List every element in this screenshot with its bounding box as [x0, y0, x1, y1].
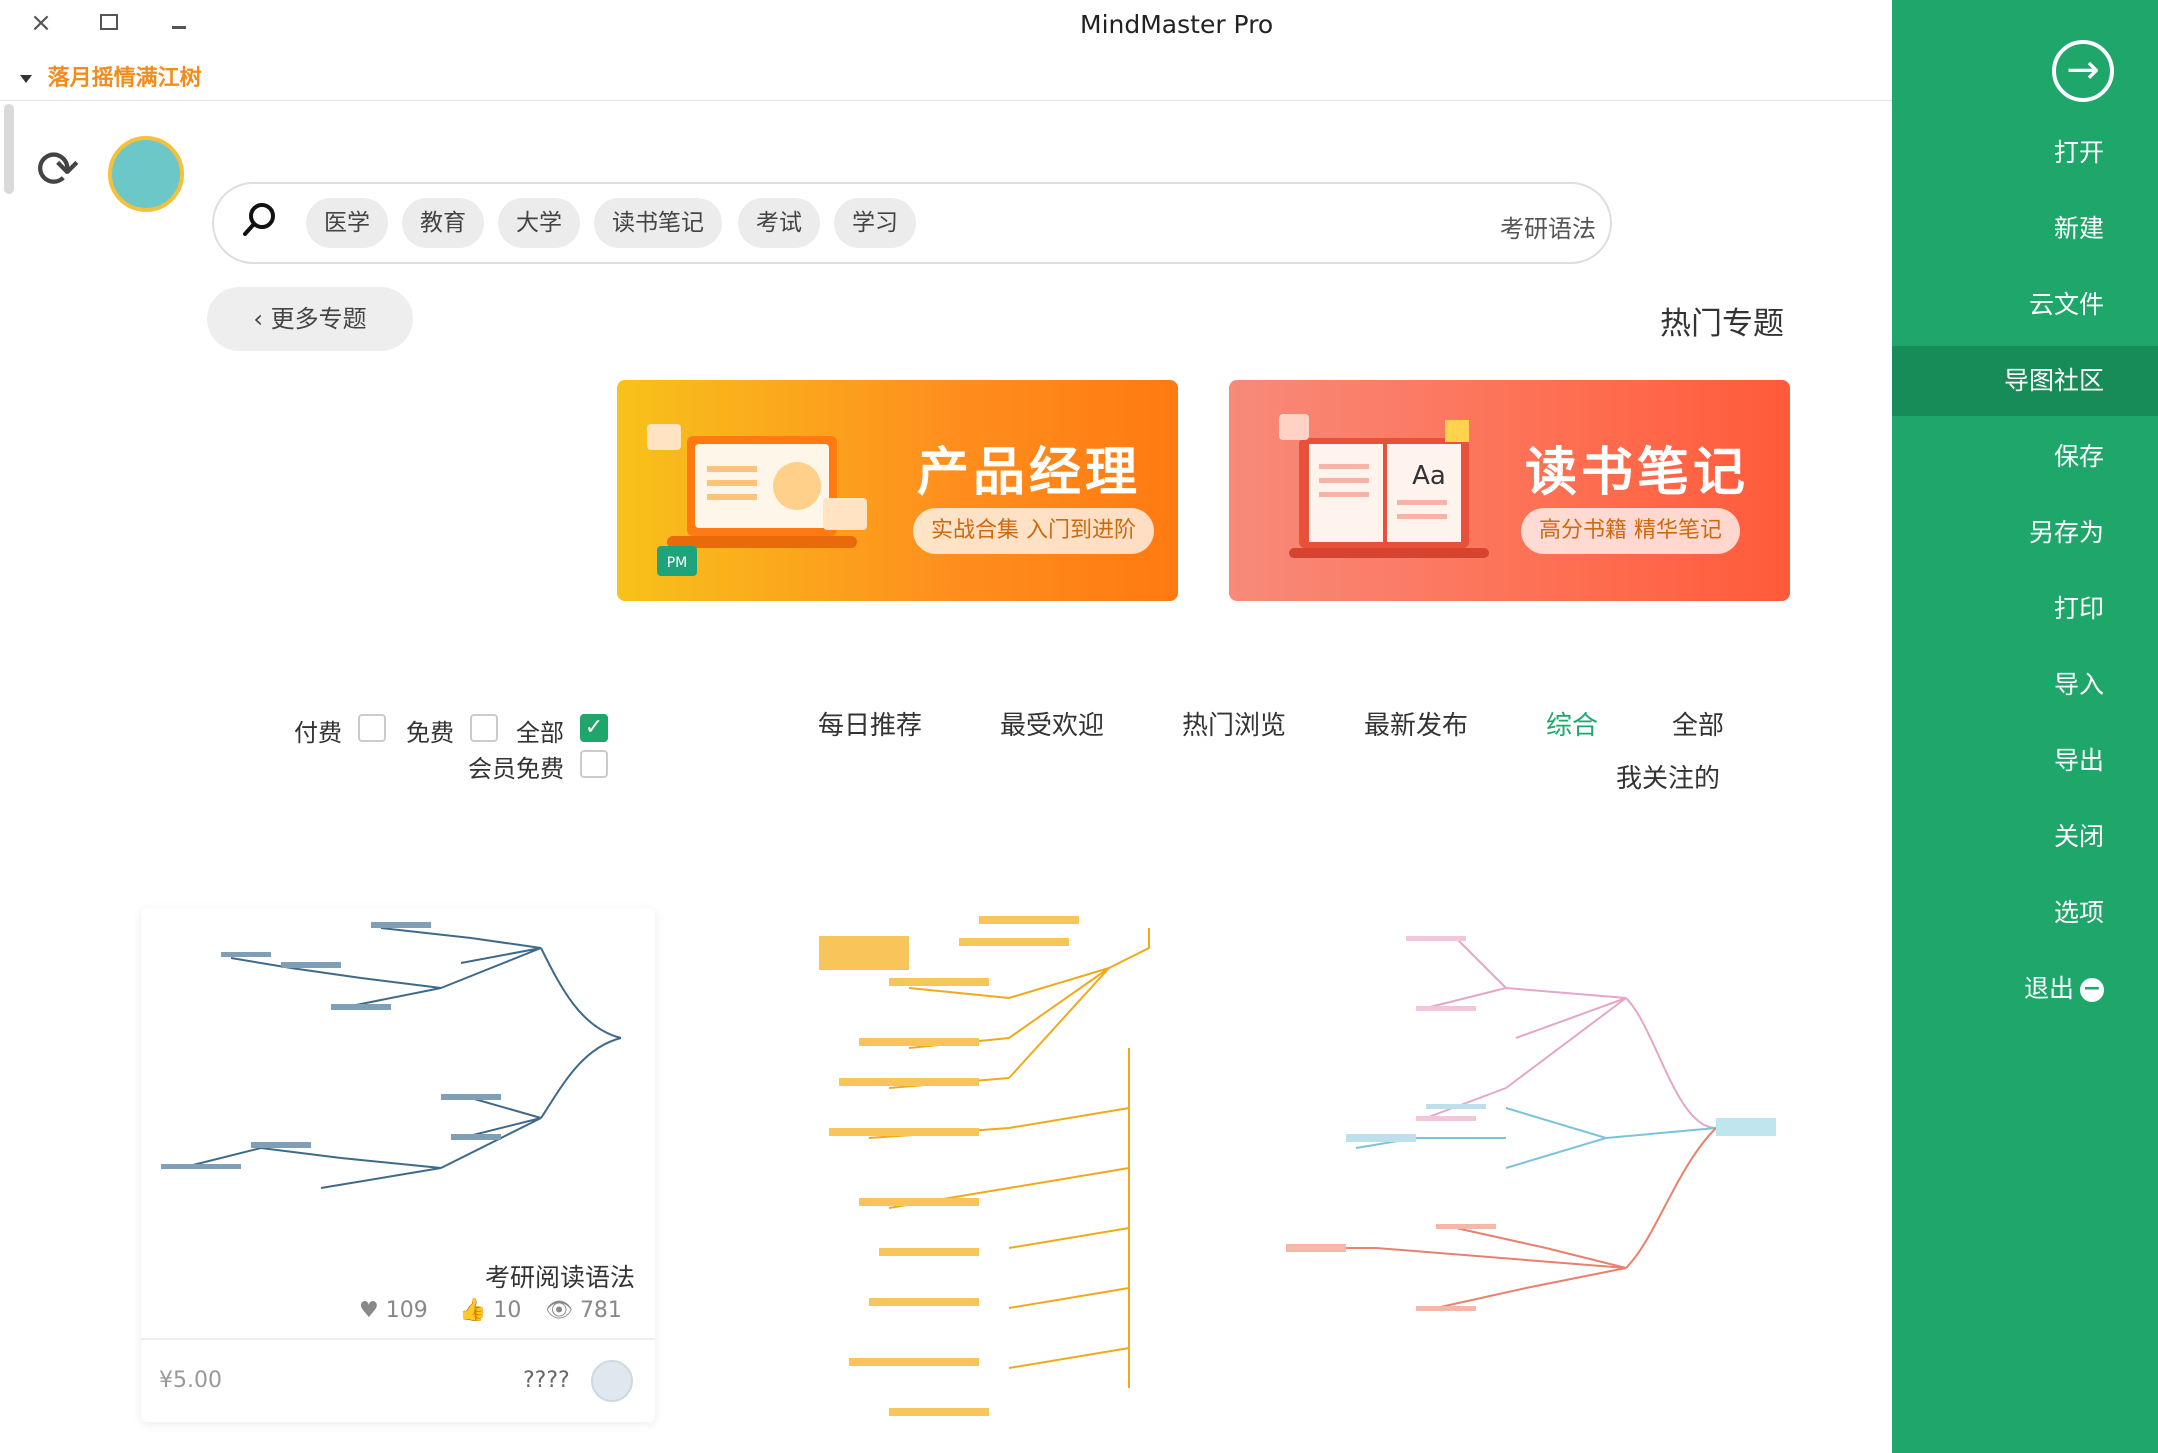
thumbs-up-icon: 👍 — [459, 1298, 494, 1323]
map-card[interactable] — [709, 908, 1223, 1453]
sidebar-item-exit[interactable]: 退出 − — [1892, 954, 2158, 1024]
price: ¥5.00 — [159, 1368, 222, 1393]
sidebar-item-label: 退出 — [2023, 974, 2074, 1003]
checkbox-free[interactable] — [470, 714, 498, 742]
eye-icon: 👁 — [545, 1298, 580, 1323]
divider — [0, 100, 1892, 101]
search-tag-medicine[interactable]: 医学 — [306, 198, 388, 248]
laptop-illustration: PM — [647, 424, 867, 576]
sidebar-item-import[interactable]: 导入 — [1892, 650, 2158, 720]
author-avatar[interactable] — [591, 1360, 633, 1402]
sidebar-item-open[interactable]: 打开 — [1892, 118, 2158, 188]
book-illustration: Aa — [1279, 414, 1489, 558]
sidebar-item-label: 另存为 — [2028, 518, 2104, 547]
checkbox-paid[interactable] — [358, 714, 386, 742]
sidebar-item-label: 新建 — [2053, 214, 2104, 243]
more-topics-button[interactable]: ‹ 更多专题 — [207, 287, 413, 351]
pm-icon-text: PM — [667, 555, 688, 571]
search-tag-university[interactable]: 大学 — [498, 198, 580, 248]
maximize-window-button[interactable] — [100, 14, 118, 30]
banner-subtitle: 高分书籍 精华笔记 — [1521, 508, 1740, 554]
favorites-value: 109 — [385, 1298, 428, 1323]
user-menu[interactable]: 落月摇情满江树 — [20, 60, 202, 92]
search-input[interactable]: 考研语法 — [1500, 209, 1596, 244]
tab-following[interactable]: 我关注的 — [1616, 758, 1720, 795]
banner-subtitle: 实战合集 入门到进阶 — [913, 508, 1154, 554]
user-name: 落月摇情满江树 — [47, 66, 202, 91]
mindmap-thumbnail — [1286, 936, 1776, 1311]
banner-title: 读书笔记 — [1525, 443, 1750, 503]
checkbox-member-free[interactable] — [580, 750, 608, 778]
sidebar-item-save[interactable]: 保存 — [1892, 422, 2158, 492]
sidebar-item-print[interactable]: 打印 — [1892, 574, 2158, 644]
views-value: 781 — [579, 1298, 622, 1323]
tab-hot-views[interactable]: 热门浏览 — [1182, 705, 1286, 742]
sidebar-item-label: 导入 — [2053, 670, 2104, 699]
map-card[interactable] — [1276, 908, 1790, 1453]
mindmap-thumbnail — [161, 922, 622, 1189]
sidebar-item-label: 打印 — [2053, 594, 2104, 623]
sidebar-item-community[interactable]: 导图社区 — [1892, 346, 2158, 416]
checkbox-label: 全部 — [516, 719, 564, 747]
checkbox-label: 免费 — [406, 719, 454, 747]
caret-down-icon — [20, 75, 32, 83]
scrollbar[interactable] — [4, 104, 14, 194]
sidebar-item-cloud-files[interactable]: 云文件 — [1892, 270, 2158, 340]
sidebar-item-label: 关闭 — [2053, 822, 2104, 851]
aa-icon-text: Aa — [1412, 461, 1446, 491]
sidebar-item-close[interactable]: 关闭 — [1892, 802, 2158, 872]
tab-daily-picks[interactable]: 每日推荐 — [818, 705, 922, 742]
tab-latest[interactable]: 最新发布 — [1364, 705, 1468, 742]
tab-most-liked[interactable]: 最受欢迎 — [1000, 705, 1104, 742]
sidebar-item-options[interactable]: 选项 — [1892, 878, 2158, 948]
close-window-button[interactable]: × — [26, 8, 56, 38]
favorites-count: ♥ 109 — [359, 1298, 428, 1323]
checkbox-label: 会员免费 — [468, 755, 564, 783]
map-card[interactable]: 考研阅读语法 ♥ 109 👍 10 👁 781 ¥5.00 ???? — [141, 908, 655, 1422]
title-bar — [0, 0, 1892, 52]
refresh-icon[interactable]: ⟳ — [36, 144, 80, 196]
tab-comprehensive[interactable]: 综合 — [1546, 705, 1598, 742]
divider — [141, 1338, 655, 1340]
search-icon[interactable] — [240, 200, 280, 240]
search-tag-exam[interactable]: 考试 — [738, 198, 820, 248]
minimize-window-button[interactable] — [172, 26, 186, 29]
sidebar-item-label: 选项 — [2053, 898, 2104, 927]
avatar[interactable] — [108, 136, 184, 212]
chevron-left-icon: ‹ — [253, 305, 271, 333]
sidebar-item-save-as[interactable]: 另存为 — [1892, 498, 2158, 568]
views-count: 👁 781 — [545, 1298, 622, 1323]
mindmap-thumbnail — [819, 916, 1150, 1416]
banner-product-manager[interactable]: PM 产品经理 实战合集 入门到进阶 — [617, 380, 1178, 601]
sidebar-item-label: 打开 — [2053, 138, 2104, 167]
tab-all[interactable]: 全部 — [1672, 705, 1724, 742]
search-tag-study[interactable]: 学习 — [834, 198, 916, 248]
sidebar-item-label: 导图社区 — [2003, 366, 2104, 395]
likes-count: 👍 10 — [459, 1298, 521, 1323]
more-topics-label: 更多专题 — [270, 305, 367, 333]
minus-circle-icon: − — [2080, 978, 2104, 1002]
card-title: 考研阅读语法 — [485, 1263, 636, 1292]
search-tag-reading-notes[interactable]: 读书笔记 — [594, 198, 722, 248]
checkbox-all[interactable]: ✓ — [580, 714, 608, 742]
author-name: ???? — [523, 1368, 570, 1393]
sidebar-item-label: 云文件 — [2028, 290, 2104, 319]
heart-icon: ♥ — [359, 1298, 386, 1323]
likes-value: 10 — [493, 1298, 522, 1323]
sidebar-item-new[interactable]: 新建 — [1892, 194, 2158, 264]
checkbox-label: 付费 — [294, 719, 342, 747]
banner-reading-notes[interactable]: Aa 读书笔记 高分书籍 精华笔记 — [1229, 380, 1790, 601]
sidebar-item-export[interactable]: 导出 — [1892, 726, 2158, 796]
app-title: MindMaster Pro — [1080, 10, 1274, 39]
banner-title: 产品经理 — [917, 443, 1142, 503]
sidebar-item-label: 导出 — [2053, 746, 2104, 775]
arrow-right-icon[interactable]: → — [2052, 40, 2114, 102]
sidebar-item-label: 保存 — [2053, 442, 2104, 471]
search-tag-education[interactable]: 教育 — [402, 198, 484, 248]
hot-topics-heading: 热门专题 — [1660, 306, 1784, 342]
